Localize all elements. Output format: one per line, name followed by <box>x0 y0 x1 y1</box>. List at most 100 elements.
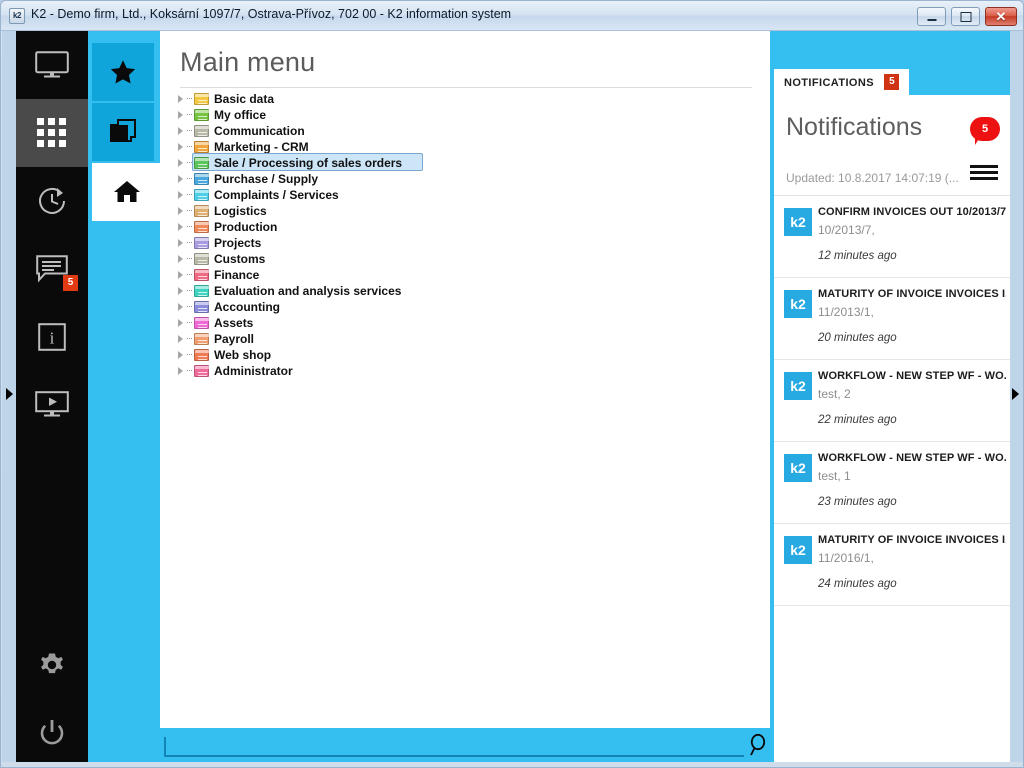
tree-item[interactable]: My office <box>176 107 756 123</box>
notifications-panel: Notifications 5 Updated: 10.8.2017 14:07… <box>774 95 1010 762</box>
folder-icon <box>194 141 210 153</box>
notification-avatar: k2 <box>784 208 812 236</box>
tree-item[interactable]: Assets <box>176 315 756 331</box>
title-divider <box>180 87 752 88</box>
primary-nav-rail: 5 i <box>16 31 88 762</box>
copy-icon <box>110 119 136 142</box>
close-icon: ✕ <box>995 9 1007 24</box>
notification-title: CONFIRM INVOICES OUT 10/2013/7, <box>818 206 1006 218</box>
secondary-tab-column <box>88 31 162 762</box>
expand-triangle-icon[interactable] <box>178 95 183 103</box>
search-icon[interactable] <box>746 732 772 758</box>
tree-item[interactable]: Production <box>176 219 756 235</box>
notification-title: WORKFLOW - NEW STEP WF - WO... <box>818 452 1006 464</box>
tree-item[interactable]: Communication <box>176 123 756 139</box>
tree-connector <box>187 226 192 227</box>
tree-item[interactable]: Complaints / Services <box>176 187 756 203</box>
expand-triangle-icon[interactable] <box>178 191 183 199</box>
expand-triangle-icon[interactable] <box>178 287 183 295</box>
notification-subtitle: 11/2016/1, <box>818 551 874 565</box>
expand-triangle-icon[interactable] <box>178 303 183 311</box>
tree-item[interactable]: Logistics <box>176 203 756 219</box>
sidebar-item-power[interactable] <box>16 699 88 767</box>
tree-item[interactable]: Finance <box>176 267 756 283</box>
expand-triangle-icon[interactable] <box>178 271 183 279</box>
notification-item[interactable]: k2 CONFIRM INVOICES OUT 10/2013/7, 10/2013… <box>774 196 1010 278</box>
notification-avatar: k2 <box>784 372 812 400</box>
tree-item[interactable]: Customs <box>176 251 756 267</box>
folder-icon <box>194 237 210 249</box>
sidebar-item-apps[interactable] <box>16 99 88 167</box>
notification-timestamp: 12 minutes ago <box>818 250 897 262</box>
expand-triangle-icon[interactable] <box>178 335 183 343</box>
tree-connector <box>187 274 192 275</box>
messages-badge: 5 <box>63 275 78 291</box>
tree-item[interactable]: Web shop <box>176 347 756 363</box>
close-button[interactable]: ✕ <box>985 7 1017 26</box>
tree-item-label: Finance <box>214 268 260 282</box>
windows-tab[interactable] <box>92 103 154 161</box>
tree-item[interactable]: Projects <box>176 235 756 251</box>
folder-icon <box>194 285 210 297</box>
expand-triangle-icon[interactable] <box>178 127 183 135</box>
hamburger-icon[interactable] <box>970 163 998 183</box>
tree-connector <box>187 114 192 115</box>
tree-connector <box>187 178 192 179</box>
sidebar-item-history[interactable] <box>16 167 88 235</box>
notification-title: MATURITY OF INVOICE INVOICES I... <box>818 288 1006 300</box>
minimize-button[interactable] <box>917 7 946 26</box>
sidebar-item-media[interactable] <box>16 371 88 439</box>
notification-item[interactable]: k2 WORKFLOW - NEW STEP WF - WO... test, 2 2… <box>774 360 1010 442</box>
window-title: K2 - Demo firm, Ltd., Koksární 1097/7, O… <box>31 7 512 21</box>
sidebar-item-settings[interactable] <box>16 631 88 699</box>
home-tab[interactable] <box>92 163 162 221</box>
expand-triangle-icon[interactable] <box>178 255 183 263</box>
notifications-title: Notifications <box>786 113 923 141</box>
tree-item[interactable]: Accounting <box>176 299 756 315</box>
tree-connector <box>187 370 192 371</box>
tree-item[interactable]: Sale / Processing of sales orders <box>176 153 756 171</box>
notification-subtitle: 11/2013/1, <box>818 305 874 319</box>
expand-triangle-icon[interactable] <box>178 351 183 359</box>
notifications-list: k2 CONFIRM INVOICES OUT 10/2013/7, 10/2013… <box>774 196 1010 606</box>
expand-triangle-icon[interactable] <box>178 159 183 167</box>
expand-triangle-icon[interactable] <box>178 239 183 247</box>
tree-connector <box>187 98 192 99</box>
notification-item[interactable]: k2 MATURITY OF INVOICE INVOICES I... 11/20… <box>774 278 1010 360</box>
sidebar-item-messages[interactable]: 5 <box>16 235 88 303</box>
search-input[interactable] <box>164 737 744 757</box>
maximize-button[interactable] <box>951 7 980 26</box>
favorites-tab[interactable] <box>92 43 154 101</box>
tree-item[interactable]: Payroll <box>176 331 756 347</box>
application-window: k2 K2 - Demo firm, Ltd., Koksární 1097/7… <box>0 0 1024 768</box>
expand-triangle-icon[interactable] <box>178 143 183 151</box>
folder-icon <box>194 349 210 361</box>
expand-triangle-icon[interactable] <box>178 111 183 119</box>
gear-icon <box>41 653 63 674</box>
sidebar-item-monitor[interactable] <box>16 31 88 99</box>
notification-timestamp: 20 minutes ago <box>818 332 897 344</box>
tree-connector <box>187 354 192 355</box>
tree-item[interactable]: Purchase / Supply <box>176 171 756 187</box>
expand-right-panel-handle[interactable] <box>1010 31 1023 762</box>
expand-triangle-icon[interactable] <box>178 223 183 231</box>
app-body: 5 i Main menu Basic data My office Commu… <box>2 31 1023 762</box>
notification-subtitle: 10/2013/7, <box>818 223 875 237</box>
expand-left-panel-handle[interactable] <box>2 31 16 762</box>
grid-icon <box>37 118 66 147</box>
notification-item[interactable]: k2 MATURITY OF INVOICE INVOICES I... 11/20… <box>774 524 1010 606</box>
notifications-tab[interactable]: NOTIFICATIONS 5 <box>774 69 910 95</box>
expand-triangle-icon[interactable] <box>178 319 183 327</box>
tree-item-label: Web shop <box>214 348 272 362</box>
tree-item[interactable]: Evaluation and analysis services <box>176 283 756 299</box>
expand-triangle-icon[interactable] <box>178 367 183 375</box>
expand-triangle-icon[interactable] <box>178 175 183 183</box>
notification-title: MATURITY OF INVOICE INVOICES I... <box>818 534 1006 546</box>
tree-item[interactable]: Administrator <box>176 363 756 379</box>
tree-item[interactable]: Basic data <box>176 91 756 107</box>
page-title: Main menu <box>180 47 316 77</box>
notification-item[interactable]: k2 WORKFLOW - NEW STEP WF - WO... test, 1 2… <box>774 442 1010 524</box>
sidebar-item-info[interactable]: i <box>16 303 88 371</box>
tree-item-label: Evaluation and analysis services <box>214 284 402 298</box>
expand-triangle-icon[interactable] <box>178 207 183 215</box>
